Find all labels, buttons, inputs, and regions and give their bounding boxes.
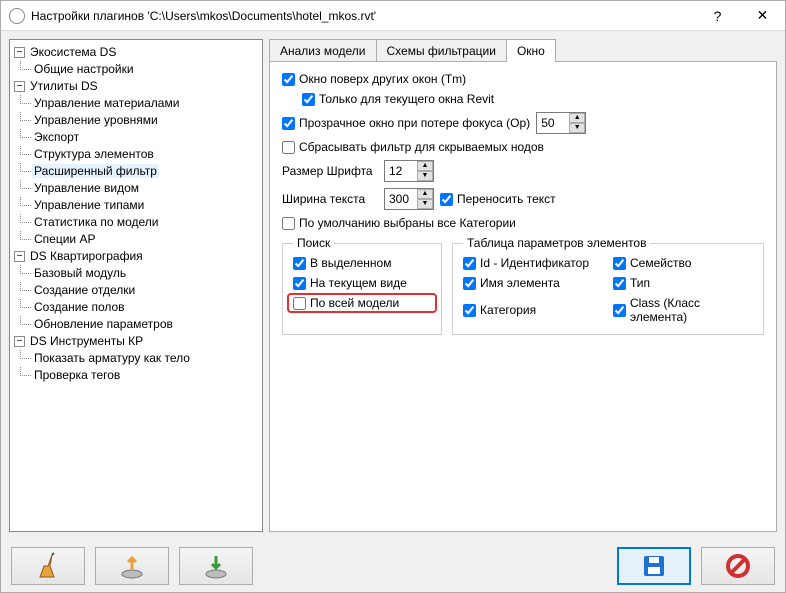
tab-1[interactable]: Схемы фильтрации [376,39,507,62]
cancel-button[interactable] [701,547,775,585]
tree-node[interactable]: Управление уровнями [32,113,160,127]
search-current-view-checkbox[interactable]: На текущем виде [293,276,431,290]
titlebar: Настройки плагинов 'C:\Users\mkos\Docume… [1,1,785,31]
spin-down[interactable]: ▼ [417,199,433,209]
current-revit-only-checkbox[interactable]: Только для текущего окна Revit [302,92,494,106]
text-width-label: Ширина текста [282,192,378,206]
tab-0[interactable]: Анализ модели [269,39,377,62]
spin-up[interactable]: ▲ [569,113,585,123]
tab-content-window: Окно поверх других окон (Tm) Только для … [269,61,777,532]
tree-toggle[interactable]: − [14,81,25,92]
tree-node[interactable]: Базовый модуль [32,266,128,280]
tree-node[interactable]: Обновление параметров [32,317,175,331]
search-group: Поиск В выделенном На текущем виде [282,236,442,335]
cancel-icon [725,553,751,579]
tree-node[interactable]: Статистика по модели [32,215,161,229]
tab-strip: Анализ моделиСхемы фильтрацииОкно [269,39,777,62]
all-categories-checkbox[interactable]: По умолчанию выбраны все Категории [282,216,516,230]
highlight-marker: По всей модели [287,293,437,313]
tree-node[interactable]: Утилиты DS [28,79,100,93]
search-all-model-checkbox[interactable]: По всей модели [293,296,431,310]
tree-node[interactable]: Создание отделки [32,283,137,297]
help-button[interactable]: ? [695,1,740,31]
font-size-spinner[interactable]: ▲▼ [384,160,434,182]
settings-window: Настройки плагинов 'C:\Users\mkos\Docume… [0,0,786,593]
import-button[interactable] [179,547,253,585]
app-icon [9,8,25,24]
save-button[interactable] [617,547,691,585]
window-title: Настройки плагинов 'C:\Users\mkos\Docume… [31,9,695,23]
save-icon [641,553,667,579]
tree-node[interactable]: Общие настройки [32,62,136,76]
tab-2[interactable]: Окно [506,39,556,62]
tree-node[interactable]: Структура элементов [32,147,156,161]
spin-down[interactable]: ▼ [417,171,433,181]
clean-button[interactable] [11,547,85,585]
close-button[interactable]: ✕ [740,1,785,31]
font-size-label: Размер Шрифта [282,164,378,178]
wrap-text-checkbox[interactable]: Переносить текст [440,192,556,206]
tree-node[interactable]: Проверка тегов [32,368,122,382]
tree-node[interactable]: Расширенный фильтр [32,164,159,178]
export-icon [118,552,146,580]
opacity-spinner[interactable]: ▲▼ [536,112,586,134]
export-button[interactable] [95,547,169,585]
tree-toggle[interactable]: − [14,47,25,58]
footer-toolbar [1,540,785,592]
tree-node[interactable]: Управление типами [32,198,146,212]
reset-filter-checkbox[interactable]: Сбрасывать фильтр для скрываемых нодов [282,140,544,154]
param-table-group: Таблица параметров элементов Id - Иденти… [452,236,764,335]
tree-toggle[interactable]: − [14,336,25,347]
transparent-on-blur-checkbox[interactable]: Прозрачное окно при потере фокуса (Op) [282,116,530,130]
col-class-checkbox[interactable]: Class (Класс элемента) [613,296,753,324]
col-name-checkbox[interactable]: Имя элемента [463,276,603,290]
tree-node[interactable]: DS Инструменты КР [28,334,145,348]
tree-toggle[interactable]: − [14,251,25,262]
col-category-checkbox[interactable]: Категория [463,296,603,324]
spin-up[interactable]: ▲ [417,161,433,171]
tree-node[interactable]: Показать арматуру как тело [32,351,192,365]
spin-up[interactable]: ▲ [417,189,433,199]
import-icon [202,552,230,580]
spin-down[interactable]: ▼ [569,123,585,133]
tree-node[interactable]: Управление видом [32,181,141,195]
topmost-checkbox[interactable]: Окно поверх других окон (Tm) [282,72,466,86]
text-width-spinner[interactable]: ▲▼ [384,188,434,210]
col-id-checkbox[interactable]: Id - Идентификатор [463,256,603,270]
broom-icon [34,552,62,580]
col-type-checkbox[interactable]: Тип [613,276,753,290]
tree-node[interactable]: Управление материалами [32,96,181,110]
tree-node[interactable]: Экспорт [32,130,81,144]
tree-node[interactable]: Экосистема DS [28,45,118,59]
tree-panel: −Экосистема DSОбщие настройки−Утилиты DS… [9,39,263,532]
nav-tree[interactable]: −Экосистема DSОбщие настройки−Утилиты DS… [12,44,260,384]
tree-node[interactable]: Создание полов [32,300,127,314]
col-family-checkbox[interactable]: Семейство [613,256,753,270]
search-in-selection-checkbox[interactable]: В выделенном [293,256,431,270]
tree-node[interactable]: Специи АР [32,232,97,246]
tree-node[interactable]: DS Квартирография [28,249,145,263]
